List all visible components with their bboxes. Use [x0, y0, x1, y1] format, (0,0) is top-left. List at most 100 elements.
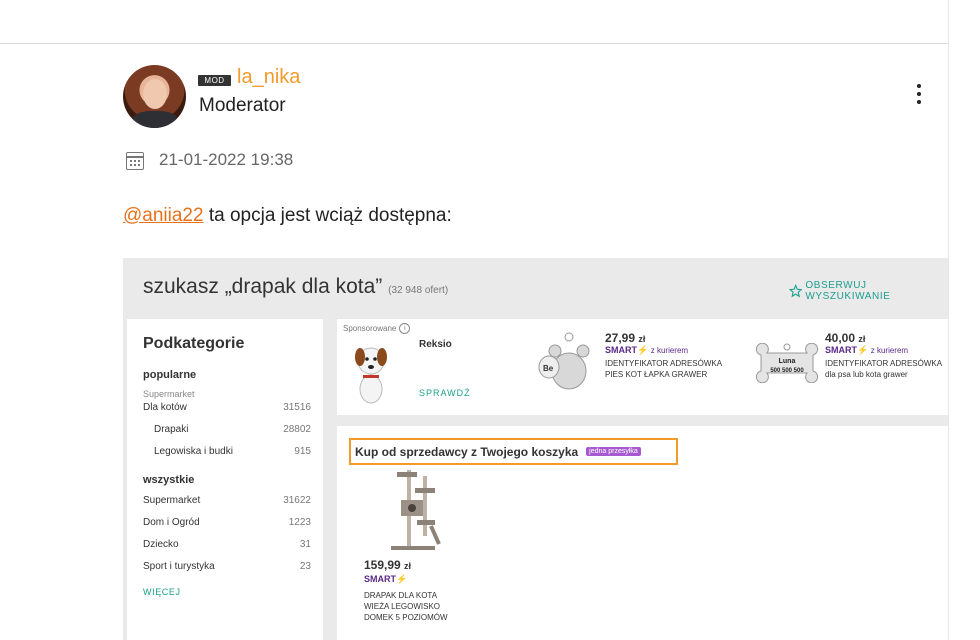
- currency: zł: [638, 334, 646, 344]
- smart-badge: SMART⚡ z kurierem: [825, 345, 942, 356]
- product-desc: IDENTYFIKATOR ADRESÓWKA PIES KOT ŁAPKA GR…: [605, 358, 722, 380]
- popular-label: popularne: [143, 369, 197, 381]
- search-title-text: szukasz „drapak dla kota”: [143, 275, 383, 298]
- smart-badge: SMART⚡ z kurierem: [605, 345, 722, 356]
- category-count: 31622: [283, 495, 311, 506]
- dot: [917, 100, 921, 104]
- category-count: 31516: [283, 402, 311, 413]
- dot: [917, 92, 921, 96]
- smart-label: SMART: [364, 574, 396, 584]
- product-desc: IDENTYFIKATOR ADRESÓWKA dla psa lub kota …: [825, 358, 942, 380]
- price-value: 40,00: [825, 331, 856, 345]
- sidebar-heading: Podkategorie: [143, 335, 245, 352]
- tag-text: Be: [543, 364, 554, 373]
- calendar-icon: [126, 152, 144, 170]
- category-count: 31: [299, 539, 311, 550]
- price-value: 27,99: [605, 331, 636, 345]
- category-name: Drapaki: [154, 424, 189, 435]
- message-text: ta opcja jest wciąż dostępna:: [203, 205, 452, 226]
- check-link: SPRAWDŹ: [419, 388, 471, 398]
- post-date: 21-01-2022 19:38: [159, 150, 294, 169]
- seller-title: Kup od sprzedawcy z Twojego koszyka: [355, 444, 579, 459]
- scrollbar-area[interactable]: [948, 0, 980, 640]
- tag-name: Luna: [779, 358, 796, 365]
- tag-phone: 500 500 500: [770, 368, 804, 374]
- sponsored-section: Sponsorowane i Reksio SPRAWDŹ Be 27,99 z…: [337, 319, 948, 415]
- more-link: WIĘCEJ: [143, 587, 181, 597]
- username-link[interactable]: la_nika: [237, 66, 300, 89]
- currency: zł: [858, 334, 866, 344]
- product-desc-line: dla psa lub kota grawer: [825, 370, 908, 379]
- product-desc-line: PIES KOT ŁAPKA GRAWER: [605, 370, 708, 379]
- category-row: Dla kotów 31516: [143, 402, 311, 413]
- category-count: 915: [294, 446, 311, 457]
- dog-mascot-image: [355, 347, 387, 404]
- smart-badge: SMART⚡: [364, 574, 407, 585]
- smart-icon: ⚡: [857, 345, 869, 355]
- category-row: Legowiska i budki 915: [154, 446, 311, 457]
- embedded-screenshot[interactable]: szukasz „drapak dla kota” (32 948 ofert)…: [123, 258, 948, 640]
- price-value: 159,99: [364, 558, 401, 572]
- product-desc-line: DOMEK 5 POZIOMÓW: [364, 613, 448, 622]
- avatar-shirt: [133, 111, 177, 128]
- one-shipment-badge: jedna przesyłka: [586, 447, 641, 456]
- product-price: 159,99 zł: [364, 558, 411, 572]
- smart-icon: ⚡: [637, 345, 649, 355]
- category-name: Supermarket: [143, 495, 201, 506]
- currency: zł: [404, 561, 412, 571]
- sponsored-text: Sponsorowane: [343, 324, 397, 333]
- forum-post-page: MOD la_nika Moderator 21-01-2022 19:38 @…: [0, 0, 980, 640]
- product-desc-line: IDENTYFIKATOR ADRESÓWKA: [825, 359, 943, 368]
- more-options-icon[interactable]: [911, 84, 927, 104]
- divider: [0, 43, 948, 44]
- product-price: 27,99 zł: [605, 331, 722, 345]
- avatar[interactable]: [123, 65, 186, 128]
- category-count: 28802: [283, 424, 311, 435]
- post-message: @aniia22 ta opcja jest wciąż dostępna:: [123, 205, 452, 227]
- category-name: Dom i Ogród: [143, 517, 200, 528]
- product-price: 40,00 zł: [825, 331, 942, 345]
- dot: [917, 84, 921, 88]
- product-desc-line: WIEŻA LEGOWISKO: [364, 602, 441, 611]
- star-icon: [789, 284, 803, 298]
- category-count: 23: [299, 561, 311, 572]
- follow-search-link: OBSERWUJ WYSZUKIWANIE: [789, 280, 948, 302]
- all-label: wszystkie: [143, 474, 195, 486]
- sponsored-product: 27,99 zł SMART⚡ z kurierem IDENTYFIKATOR…: [605, 331, 722, 380]
- seller-highlight: Kup od sprzedawcy z Twojego koszyka jedn…: [349, 438, 678, 465]
- category-row: Dom i Ogród 1223: [143, 517, 311, 528]
- category-name: Dziecko: [143, 539, 179, 550]
- category-row: Sport i turystyka 23: [143, 561, 311, 572]
- category-name: Dla kotów: [143, 402, 187, 413]
- category-sidebar: Podkategorie popularne Supermarket Dla k…: [127, 319, 323, 640]
- category-row: Supermarket 31622: [143, 495, 311, 506]
- smart-label: SMART: [605, 345, 637, 355]
- courier-label: z kurierem: [870, 346, 909, 355]
- smart-label: SMART: [825, 345, 857, 355]
- popular-group: Supermarket: [143, 389, 195, 399]
- info-icon: i: [399, 323, 411, 334]
- brand-name: Reksio: [419, 339, 452, 350]
- paw-tag-image: Be: [538, 332, 590, 390]
- category-count: 1223: [288, 517, 311, 528]
- category-name: Sport i turystyka: [143, 561, 215, 572]
- category-name: Legowiska i budki: [154, 446, 233, 457]
- product-desc-line: DRAPAK DLA KOTA: [364, 591, 438, 600]
- user-role: Moderator: [199, 95, 286, 116]
- avatar-face: [143, 79, 167, 109]
- courier-label: z kurierem: [650, 346, 689, 355]
- sponsored-label: Sponsorowane i: [343, 323, 411, 334]
- mod-badge: MOD: [198, 75, 231, 86]
- category-row: Drapaki 28802: [154, 424, 311, 435]
- cat-tree-image: [391, 470, 441, 550]
- bone-tag-image: Luna 500 500 500: [755, 343, 819, 383]
- search-title: szukasz „drapak dla kota” (32 948 ofert): [143, 275, 448, 299]
- product-desc-line: IDENTYFIKATOR ADRESÓWKA: [605, 359, 723, 368]
- follow-label: OBSERWUJ WYSZUKIWANIE: [805, 280, 891, 302]
- offers-count: (32 948 ofert): [388, 285, 449, 296]
- mention-link[interactable]: @aniia22: [123, 205, 204, 226]
- smart-icon: ⚡: [396, 574, 408, 584]
- category-row: Dziecko 31: [143, 539, 311, 550]
- sponsored-product: 40,00 zł SMART⚡ z kurierem IDENTYFIKATOR…: [825, 331, 942, 380]
- product-desc: DRAPAK DLA KOTA WIEŻA LEGOWISKO DOMEK 5 …: [364, 590, 504, 623]
